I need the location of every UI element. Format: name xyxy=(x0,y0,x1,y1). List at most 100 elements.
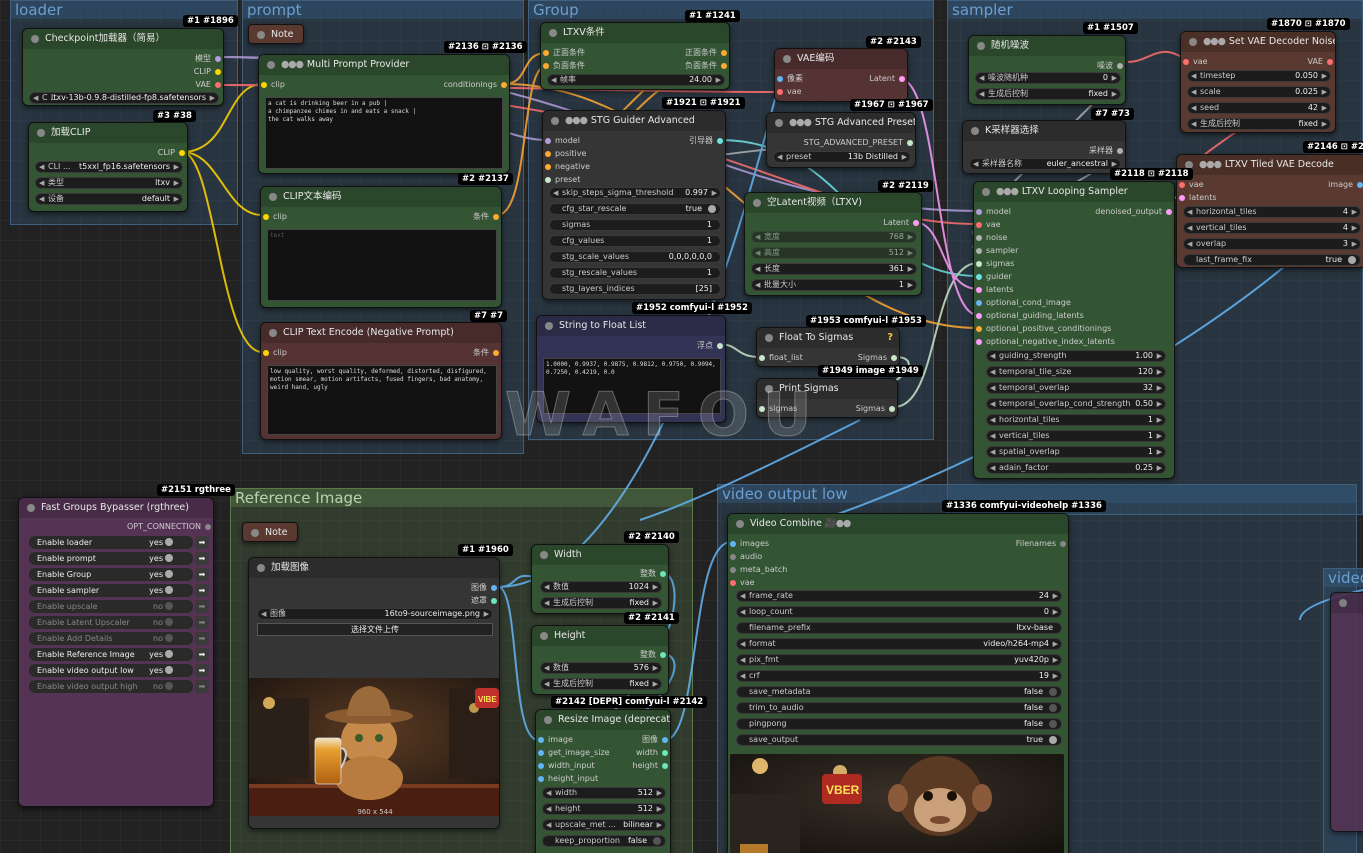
output-noise[interactable]: 噪波 xyxy=(1065,60,1125,72)
horizontal-tiles-input[interactable]: horizontal_tiles4 xyxy=(1183,206,1361,218)
guiding-strength-input[interactable]: guiding_strength1.00 xyxy=(986,350,1166,362)
input-clip[interactable]: clip xyxy=(261,347,287,359)
navigate-arrow-icon[interactable]: ➡ xyxy=(195,616,209,629)
bypasser-toggle-row[interactable]: Enable upscale no ➡ xyxy=(29,600,209,613)
bypasser-toggle-row[interactable]: Enable prompt yes ➡ xyxy=(29,552,209,565)
frame-rate-input[interactable]: frame_rate24 xyxy=(736,590,1062,602)
input-sigmas[interactable]: sigmas xyxy=(974,258,1014,270)
bypasser-toggle-row[interactable]: Enable Add Details no ➡ xyxy=(29,632,209,645)
output-image[interactable]: 图像 xyxy=(439,582,499,594)
pix-fmt-combo[interactable]: pix_fmtyuv420p xyxy=(736,654,1062,666)
output-negative[interactable]: 负面条件 xyxy=(649,60,729,72)
stg-scale-values-text[interactable]: stg_scale_values 0,0,0,0,0,0 xyxy=(549,251,721,263)
input-vae[interactable]: vae xyxy=(775,86,802,98)
output-sampler[interactable]: 采样器 xyxy=(1065,145,1125,157)
output-image[interactable]: image xyxy=(1305,179,1363,191)
control-after-generate-combo[interactable]: 生成后控制fixed xyxy=(1187,118,1331,130)
output-float[interactable]: 浮点 xyxy=(645,340,725,352)
clip-type-combo[interactable]: 类型ltxv xyxy=(35,177,183,189)
output-vae[interactable]: VAE xyxy=(103,79,223,91)
vertical-tiles-input[interactable]: vertical_tiles4 xyxy=(1183,222,1361,234)
output-clip[interactable]: CLIP xyxy=(87,147,187,159)
bypasser-toggle-row[interactable]: Enable Reference Image yes ➡ xyxy=(29,648,209,661)
input-clip[interactable]: clip xyxy=(259,79,285,91)
height-value-input[interactable]: 数值576 xyxy=(540,662,662,674)
ksampler-select-node[interactable]: K采样器选择 采样器 采样器名称euler_ancestral xyxy=(962,120,1126,174)
length-input[interactable]: 长度361 xyxy=(751,263,917,275)
input-float-list[interactable]: float_list xyxy=(757,352,803,364)
input-image[interactable]: image xyxy=(536,734,573,746)
text-input[interactable]: text xyxy=(267,229,497,301)
fast-groups-bypasser-node[interactable]: Fast Groups Bypasser (rgthree) OPT_CONNE… xyxy=(18,497,214,807)
crf-input[interactable]: crf19 xyxy=(736,670,1062,682)
note-node[interactable]: Note xyxy=(248,24,304,44)
input-vae[interactable]: vae xyxy=(1177,179,1204,191)
height-input[interactable]: height512 xyxy=(542,803,666,815)
control-after-generate-combo[interactable]: 生成后控制fixed xyxy=(975,88,1121,100)
input-positive[interactable]: 正面条件 xyxy=(541,47,585,59)
width-input[interactable]: width512 xyxy=(542,787,666,799)
output-conditioning[interactable]: 条件 xyxy=(421,211,501,223)
vae-encode-node[interactable]: VAE编码 像素 vae Latent xyxy=(774,48,908,102)
ckpt-name-combo[interactable]: C ...ltxv-13b-0.9.8-distilled-fp8.safete… xyxy=(29,92,219,104)
stg-layers-indices-text[interactable]: stg_layers_indices [25] xyxy=(549,283,721,295)
navigate-arrow-icon[interactable]: ➡ xyxy=(195,600,209,613)
timestep-input[interactable]: timestep0.050 xyxy=(1187,70,1331,82)
width-input[interactable]: 宽度768 xyxy=(751,231,917,243)
output-image[interactable]: 图像 xyxy=(630,734,670,746)
spatial-overlap-input[interactable]: spatial_overlap1 xyxy=(986,446,1166,458)
navigate-arrow-icon[interactable]: ➡ xyxy=(195,664,209,677)
output-latent[interactable]: Latent xyxy=(851,217,921,229)
input-width[interactable]: width_input xyxy=(536,760,595,772)
bypasser-toggle-row[interactable]: Enable loader yes ➡ xyxy=(29,536,209,549)
noise-seed-input[interactable]: 噪波随机种0 xyxy=(975,72,1121,84)
preset-combo[interactable]: preset13b Distilled xyxy=(773,151,911,163)
loop-count-input[interactable]: loop_count0 xyxy=(736,606,1062,618)
save-metadata-toggle[interactable]: save_metadata false xyxy=(736,686,1062,698)
cfg-star-rescale-toggle[interactable]: cfg_star_rescale true xyxy=(549,203,721,215)
output-sigmas[interactable]: Sigmas xyxy=(839,352,899,364)
bypasser-toggle-row[interactable]: Enable Group yes ➡ xyxy=(29,568,209,581)
width-int-node[interactable]: Width 整数 数值1024 生成后控制fixed xyxy=(531,544,669,614)
frame-rate-input[interactable]: 帧率24.00 xyxy=(547,74,725,86)
output-clip[interactable]: CLIP xyxy=(103,66,223,78)
input-optional-cond-image[interactable]: optional_cond_image xyxy=(974,297,1071,309)
horizontal-tiles-input[interactable]: horizontal_tiles1 xyxy=(986,414,1166,426)
temporal-overlap-input[interactable]: temporal_overlap32 xyxy=(986,382,1166,394)
input-audio[interactable]: audio xyxy=(728,551,762,563)
input-preset[interactable]: preset xyxy=(543,174,580,186)
bypasser-toggle-row[interactable]: Enable Latent Upscaler no ➡ xyxy=(29,616,209,629)
float-to-sigmas-node[interactable]: Float To Sigmas ? float_list Sigmas xyxy=(756,327,900,367)
height-input[interactable]: 高度512 xyxy=(751,247,917,259)
output-positive[interactable]: 正面条件 xyxy=(649,47,729,59)
input-get-image-size[interactable]: get_image_size xyxy=(536,747,610,759)
navigate-arrow-icon[interactable]: ➡ xyxy=(195,536,209,549)
input-images[interactable]: images xyxy=(728,538,769,550)
control-after-generate-combo[interactable]: 生成后控制fixed xyxy=(540,678,662,690)
bypasser-toggle-row[interactable]: Enable sampler yes ➡ xyxy=(29,584,209,597)
navigate-arrow-icon[interactable]: ➡ xyxy=(195,568,209,581)
clip-text-encode-node[interactable]: CLIP文本编码 clip 条件 text xyxy=(260,186,502,308)
input-optional-positive-conditionings[interactable]: optional_positive_conditionings xyxy=(974,323,1111,335)
navigate-arrow-icon[interactable]: ➡ xyxy=(195,648,209,661)
format-combo[interactable]: formatvideo/h264-mp4 xyxy=(736,638,1062,650)
clip-loader-node[interactable]: 加载CLIP CLIP CLI ...t5xxl_fp16.safetensor… xyxy=(28,122,188,212)
multi-prompt-provider-node[interactable]: ●●● Multi Prompt Provider clip conditioni… xyxy=(258,54,510,174)
seed-input[interactable]: seed42 xyxy=(1187,102,1331,114)
input-negative[interactable]: 负面条件 xyxy=(541,60,585,72)
output-filenames[interactable]: Filenames xyxy=(988,538,1068,550)
video-combine-node[interactable]: Video Combine 🎥●● images audio meta_batc… xyxy=(727,513,1069,853)
input-meta-batch[interactable]: meta_batch xyxy=(728,564,787,576)
output-width[interactable]: width xyxy=(630,747,670,759)
sigmas-text[interactable]: sigmas 1 xyxy=(549,219,721,231)
set-vae-decoder-noise-node[interactable]: ●●●Set VAE Decoder Noise vae VAE timeste… xyxy=(1180,31,1336,133)
clip-name-combo[interactable]: CLI ...t5xxl_fp16.safetensors xyxy=(35,161,183,173)
input-vae[interactable]: vae xyxy=(974,219,1001,231)
input-vae[interactable]: vae xyxy=(1181,56,1208,68)
width-value-input[interactable]: 数值1024 xyxy=(540,581,662,593)
save-output-toggle[interactable]: save_output true xyxy=(736,734,1062,746)
input-model[interactable]: model xyxy=(543,135,580,147)
image-select-combo[interactable]: 图像16to9-sourceimage.png xyxy=(257,608,493,620)
prompt-textarea[interactable]: a cat is drinking beer in a pub | a chim… xyxy=(265,97,503,169)
help-icon[interactable]: ? xyxy=(887,332,893,343)
